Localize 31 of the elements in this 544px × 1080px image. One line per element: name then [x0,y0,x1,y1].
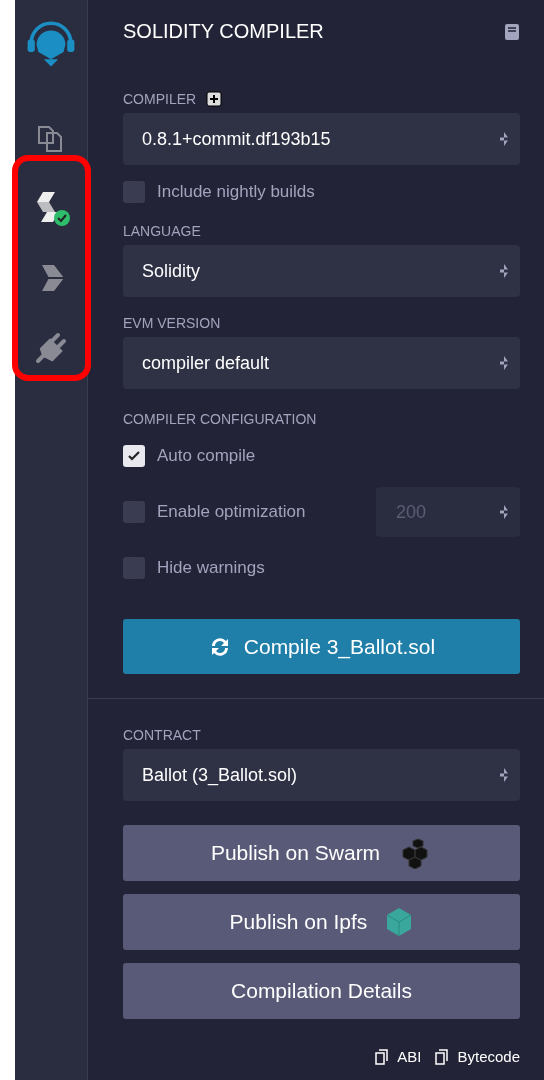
publish-swarm-button[interactable]: Publish on Swarm [123,825,520,881]
copy-icon [375,1048,390,1065]
checkbox[interactable] [123,501,145,523]
checkbox[interactable] [123,557,145,579]
checkbox-label: Enable optimization [157,502,306,522]
checkbox-label: Include nightly builds [157,182,315,202]
publish-ipfs-button[interactable]: Publish on Ipfs [123,894,520,950]
checkbox[interactable] [123,445,145,467]
compiler-label: COMPILER [123,91,197,107]
plug-icon [34,331,68,365]
language-select[interactable]: Solidity [123,245,520,297]
checkbox-label: Hide warnings [157,558,265,578]
copy-link[interactable]: ABI [375,1048,422,1065]
evm-version-label: EVM VERSION [123,315,222,331]
contract-label: CONTRACT [123,727,202,743]
copy-icon [435,1048,450,1065]
evm-version-select[interactable]: compiler default [123,337,520,389]
compile-button[interactable]: Compile 3_Ballot.sol [123,619,520,674]
checkbox[interactable] [123,181,145,203]
language-label: LANGUAGE [123,223,202,239]
cube-icon [385,907,414,937]
panel-title: SOLIDITY COMPILER [123,20,324,43]
checkbox-label: Auto compile [157,446,256,466]
configuration-label: COMPILER CONFIGURATION [123,411,318,427]
copy-link[interactable]: Bytecode [435,1048,520,1065]
details-button[interactable]: Compilation Details [123,963,520,1019]
check-icon [128,451,140,461]
add-icon[interactable] [206,91,223,107]
contract-select[interactable]: Ballot (3_Ballot.sol) [123,749,520,801]
compiler-select[interactable]: 0.8.1+commit.df193b15 [123,113,520,165]
book-icon [504,22,520,41]
